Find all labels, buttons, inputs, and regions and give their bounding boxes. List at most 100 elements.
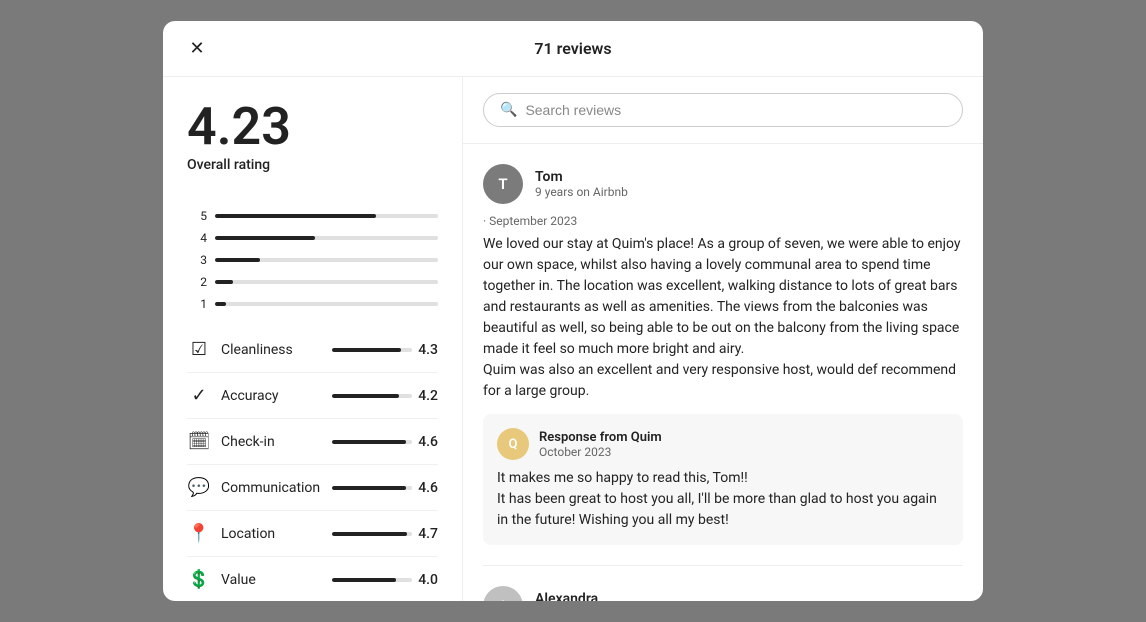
category-score: 4.6 [418,480,438,496]
histogram-row: 1 [187,297,438,311]
category-left: 🗓 Check-in [187,431,275,452]
histogram-row: 5 [187,209,438,223]
bar-track [215,236,438,240]
category-name: Accuracy [221,388,279,404]
star-label: 3 [187,253,207,267]
review-text: We loved our stay at Quim's place! As a … [483,234,963,402]
bar-fill [215,258,260,262]
category-name: Communication [221,480,320,496]
overall-score: 4.23 [187,101,291,153]
category-row: 📍 Location 4.7 [187,511,438,557]
date-bullet-icon: · [483,214,489,228]
category-icon: 🗓 [187,431,211,452]
score-bar-fill [332,532,407,536]
category-icon: 💲 [187,569,211,590]
response-host-info: Response from Quim October 2023 [539,430,662,459]
category-score: 4.2 [418,388,438,404]
response-header: Q Response from Quim October 2023 [497,428,949,460]
category-row: ✓ Accuracy 4.2 [187,373,438,419]
star-label: 4 [187,231,207,245]
reviewer-header: T Tom 9 years on Airbnb [483,164,963,204]
category-row: 🗓 Check-in 4.6 [187,419,438,465]
score-bar-track [332,440,412,444]
right-panel: 🔍 T Tom 9 years on Airbnb · September 20… [463,77,983,601]
search-box: 🔍 [483,93,963,127]
search-input[interactable] [525,102,946,118]
response-avatar: Q [497,428,529,460]
category-score: 4.3 [418,342,438,358]
category-score: 4.6 [418,434,438,450]
score-bar-row: 4.6 [332,480,438,496]
category-left: 💬 Communication [187,477,320,498]
reviews-modal: ✕ 71 reviews 4.23 Overall rating 5 4 [163,21,983,601]
score-bar-fill [332,348,401,352]
response-text: It makes me so happy to read this, Tom!!… [497,468,949,531]
histogram-row: 4 [187,231,438,245]
bar-track [215,302,438,306]
score-bar-track [332,348,412,352]
category-name: Cleanliness [221,342,293,358]
score-bar-row: 4.0 [332,572,438,588]
histogram-row: 2 [187,275,438,289]
reviews-list: T Tom 9 years on Airbnb · September 2023… [463,144,983,601]
score-bar-row: 4.3 [332,342,438,358]
reviewer-header: A Alexandra 11 months on Airbnb [483,586,963,601]
overall-rating-section: 4.23 Overall rating [187,101,438,185]
bar-fill [215,236,315,240]
score-bar-fill [332,440,406,444]
score-bar-fill [332,578,396,582]
response-from: Response from Quim [539,430,662,445]
category-name: Check-in [221,434,275,450]
category-icon: 💬 [187,477,211,498]
category-left: 📍 Location [187,523,275,544]
reviewer-name: Alexandra [535,591,963,601]
rating-histogram: 5 4 3 2 1 [187,209,438,311]
review-item: T Tom 9 years on Airbnb · September 2023… [483,144,963,566]
category-scores: ☑ Cleanliness 4.3 ✓ Accuracy 4.2 🗓 Check… [187,327,438,601]
reviewer-avatar: T [483,164,523,204]
bar-track [215,258,438,262]
score-bar-track [332,578,412,582]
star-label: 5 [187,209,207,223]
category-name: Location [221,526,275,542]
category-left: 💲 Value [187,569,256,590]
category-row: 💬 Communication 4.6 [187,465,438,511]
reviewer-meta: 9 years on Airbnb [535,185,963,199]
bar-fill [215,302,226,306]
overall-label: Overall rating [187,157,270,173]
category-left: ✓ Accuracy [187,385,279,406]
reviewer-avatar: A [483,586,523,601]
star-label: 1 [187,297,207,311]
category-row: ☑ Cleanliness 4.3 [187,327,438,373]
score-bar-fill [332,394,399,398]
score-bar-track [332,394,412,398]
category-icon: ☑ [187,339,211,360]
category-name: Value [221,572,256,588]
left-panel: 4.23 Overall rating 5 4 3 2 1 [163,77,463,601]
bar-track [215,280,438,284]
category-left: ☑ Cleanliness [187,339,293,360]
category-icon: 📍 [187,523,211,544]
category-score: 4.7 [418,526,438,542]
star-label: 2 [187,275,207,289]
score-bar-row: 4.7 [332,526,438,542]
modal-body: 4.23 Overall rating 5 4 3 2 1 [163,77,983,601]
category-row: 💲 Value 4.0 [187,557,438,601]
modal-header: ✕ 71 reviews [163,21,983,77]
score-bar-track [332,486,412,490]
response-block: Q Response from Quim October 2023 It mak… [483,414,963,545]
review-date: · September 2023 [483,214,963,228]
score-bar-row: 4.6 [332,434,438,450]
modal-overlay: ✕ 71 reviews 4.23 Overall rating 5 4 [0,0,1146,622]
histogram-row: 3 [187,253,438,267]
bar-fill [215,280,233,284]
reviewer-name: Tom [535,169,963,185]
response-date: October 2023 [539,445,662,459]
modal-title: 71 reviews [534,39,611,58]
category-icon: ✓ [187,385,211,406]
close-icon: ✕ [189,38,204,59]
category-score: 4.0 [418,572,438,588]
score-bar-row: 4.2 [332,388,438,404]
score-bar-track [332,532,412,536]
modal-close-button[interactable]: ✕ [181,33,213,65]
